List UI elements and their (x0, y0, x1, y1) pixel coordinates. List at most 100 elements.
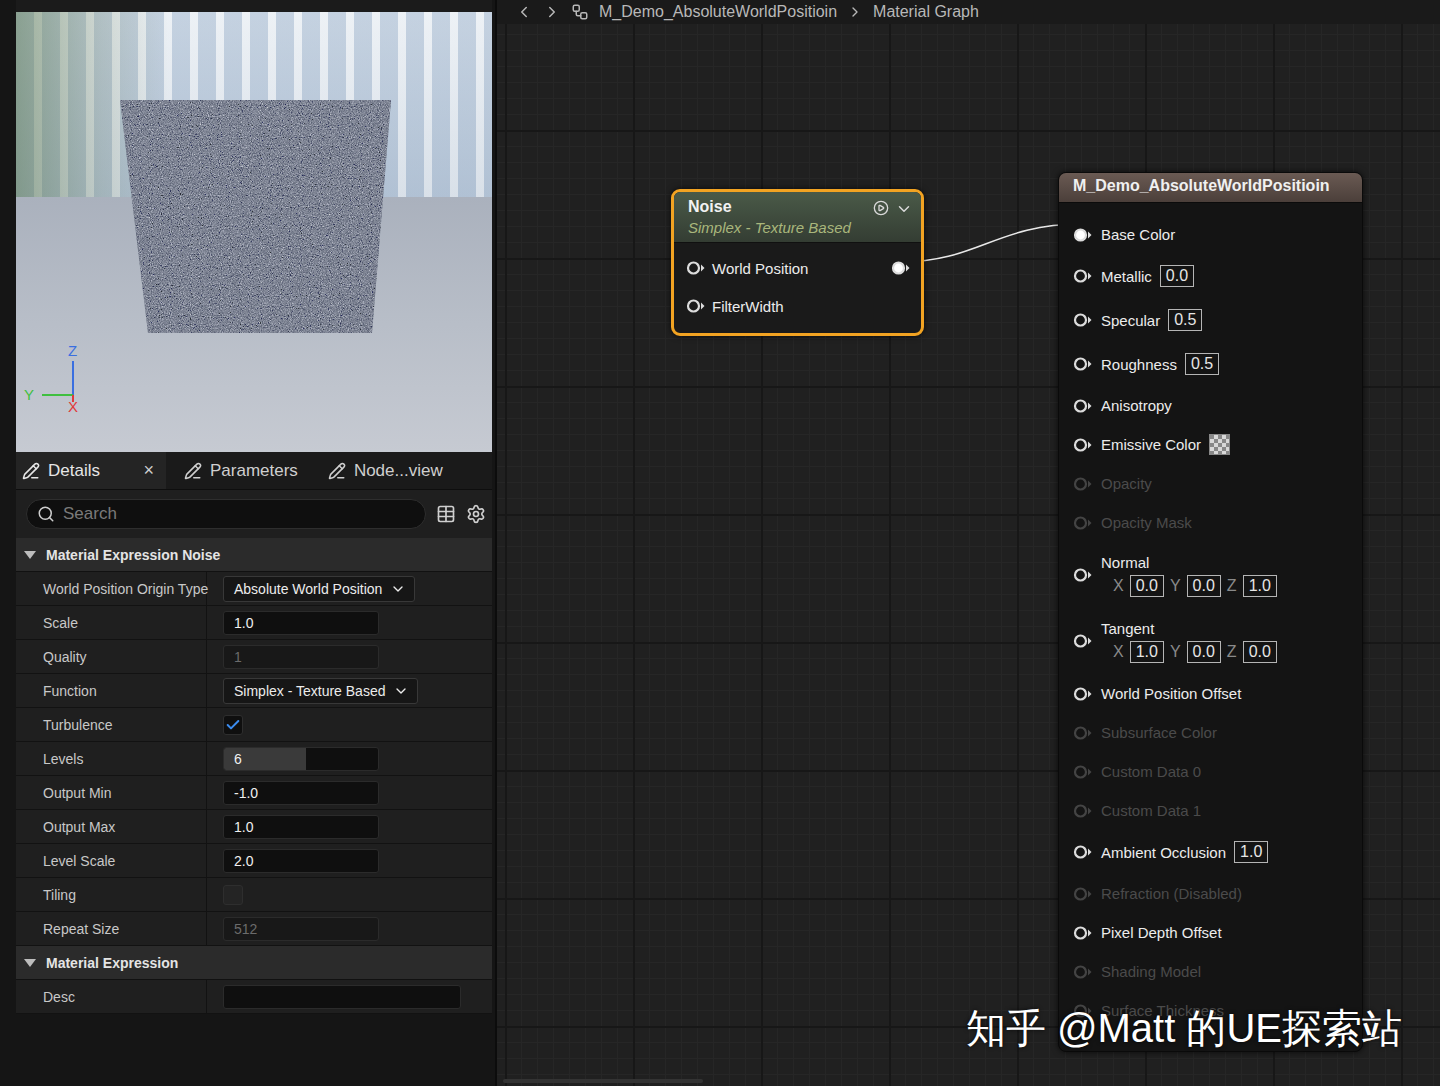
pin-icon[interactable] (1073, 437, 1093, 453)
slider-field[interactable]: 6 (223, 747, 379, 771)
value-box[interactable]: 0.0 (1130, 575, 1164, 597)
scrollbar[interactable] (503, 1079, 703, 1083)
pin-icon[interactable] (1073, 398, 1093, 414)
property-label: Quality (16, 640, 207, 673)
output-pin-icon[interactable] (891, 260, 911, 276)
property-value: -1.0 (207, 776, 492, 809)
number-field[interactable]: 1 (223, 645, 379, 669)
value-box[interactable]: 0.0 (1187, 641, 1221, 663)
property-row: Repeat Size512 (16, 912, 492, 946)
pin-icon[interactable] (1073, 964, 1093, 980)
pin-icon[interactable] (1073, 567, 1093, 583)
number-field[interactable]: 1.0 (223, 611, 379, 635)
node-title: M_Demo_AbsoluteWorldPositioin (1059, 173, 1362, 203)
search-field[interactable]: Search (26, 499, 426, 529)
pin-icon[interactable] (1073, 356, 1093, 372)
property-label: Levels (16, 742, 207, 775)
input-pin: FilterWidth (686, 287, 911, 325)
check-icon (225, 717, 241, 733)
pin-icon[interactable] (1073, 844, 1093, 860)
settings-button[interactable] (466, 504, 486, 524)
pin-icon[interactable] (1073, 764, 1093, 780)
pin-icon[interactable] (1073, 725, 1093, 741)
text-field[interactable] (223, 985, 461, 1009)
viewport[interactable]: ZYX (16, 12, 492, 452)
table-button[interactable] (436, 504, 456, 524)
value-box[interactable]: 0.5 (1168, 309, 1202, 331)
pin-icon[interactable] (686, 260, 706, 276)
pin-icon[interactable] (1073, 803, 1093, 819)
value-box[interactable]: 0.5 (1185, 353, 1219, 375)
property-row: Quality 1 (16, 640, 492, 674)
axis-label: X (68, 399, 78, 415)
value-box[interactable]: 0.0 (1243, 641, 1277, 663)
separator-icon (847, 4, 863, 20)
graph-canvas[interactable]: M_Demo_AbsoluteWorldPositioin Material Gr… (497, 0, 1440, 1086)
value-box[interactable]: 1.0 (1234, 841, 1268, 863)
property-label: Desc (16, 980, 207, 1013)
material-pin: Opacity Mask (1073, 503, 1354, 542)
back-icon[interactable] (515, 3, 533, 21)
section-header[interactable]: Material Expression (16, 946, 492, 980)
tab-bar: Details× Parameters Node...view (16, 452, 492, 490)
number-field[interactable]: 2.0 (223, 849, 379, 873)
pin-icon[interactable] (1073, 268, 1093, 284)
property-row: Turbulence (16, 708, 492, 742)
checkbox[interactable] (223, 885, 243, 905)
property-value (207, 708, 492, 741)
value-box[interactable]: 1.0 (1130, 641, 1164, 663)
property-value: 1.0 (207, 810, 492, 843)
breadcrumb: M_Demo_AbsoluteWorldPositioin Material Gr… (497, 0, 1440, 24)
property-row: FunctionSimplex - Texture Based (16, 674, 492, 708)
checkbox[interactable] (223, 715, 243, 735)
pin-icon[interactable] (1073, 515, 1093, 531)
noise-node[interactable]: NoiseSimplex - Texture BasedWorld Positi… (671, 189, 924, 336)
pin-icon[interactable] (1073, 227, 1093, 243)
number-field[interactable]: 512 (223, 917, 379, 941)
tab[interactable]: Node...view (322, 452, 455, 489)
property-row: Scale1.0 (16, 606, 492, 640)
forward-icon[interactable] (543, 3, 561, 21)
breadcrumb-item[interactable]: M_Demo_AbsoluteWorldPositioin (599, 3, 837, 21)
pin-icon[interactable] (1073, 633, 1093, 649)
pin-icon[interactable] (1073, 312, 1093, 328)
color-swatch[interactable] (1209, 434, 1230, 455)
tab[interactable]: Parameters (178, 452, 310, 489)
material-pin: Custom Data 1 (1073, 791, 1354, 830)
breadcrumb-item[interactable]: Material Graph (873, 3, 979, 21)
input-pin: World Position (686, 249, 911, 287)
gear-icon (466, 504, 486, 524)
connection-wire[interactable] (901, 224, 1081, 262)
pin-icon[interactable] (1073, 925, 1093, 941)
value-box[interactable]: 0.0 (1187, 575, 1221, 597)
material-pin: Shading Model (1073, 952, 1354, 991)
axis-label: Z (68, 343, 77, 359)
close-button[interactable]: × (143, 460, 154, 481)
pencil-icon (22, 462, 40, 480)
section-header[interactable]: Material Expression Noise (16, 538, 492, 572)
pin-icon[interactable] (1073, 886, 1093, 902)
value-box[interactable]: 1.0 (1243, 575, 1277, 597)
table-icon (436, 504, 456, 524)
tab[interactable]: Details× (16, 452, 166, 489)
watermark: 知乎 @Matt 的UE探索站 (966, 1001, 1402, 1056)
graph-icon (571, 3, 589, 21)
property-row: Desc (16, 980, 492, 1014)
collapse-icon[interactable] (895, 200, 913, 218)
preview-icon[interactable] (873, 200, 889, 216)
property-row: World Position Origin TypeAbsolute World… (16, 572, 492, 606)
material-pin: Specular0.5 (1073, 298, 1354, 342)
pin-icon[interactable] (686, 298, 706, 314)
number-field[interactable]: -1.0 (223, 781, 379, 805)
dropdown[interactable]: Absolute World Position (223, 576, 415, 602)
value-box[interactable]: 0.0 (1160, 265, 1194, 287)
pin-icon[interactable] (1073, 686, 1093, 702)
property-label: Turbulence (16, 708, 207, 741)
details-section: Material Expression NoiseWorld Position … (16, 538, 492, 946)
number-field[interactable]: 1.0 (223, 815, 379, 839)
result-node[interactable]: M_Demo_AbsoluteWorldPositioinBase ColorM… (1058, 172, 1363, 1052)
property-value: 6 (207, 742, 492, 775)
pin-icon[interactable] (1073, 476, 1093, 492)
dropdown[interactable]: Simplex - Texture Based (223, 678, 418, 704)
property-label: Output Min (16, 776, 207, 809)
